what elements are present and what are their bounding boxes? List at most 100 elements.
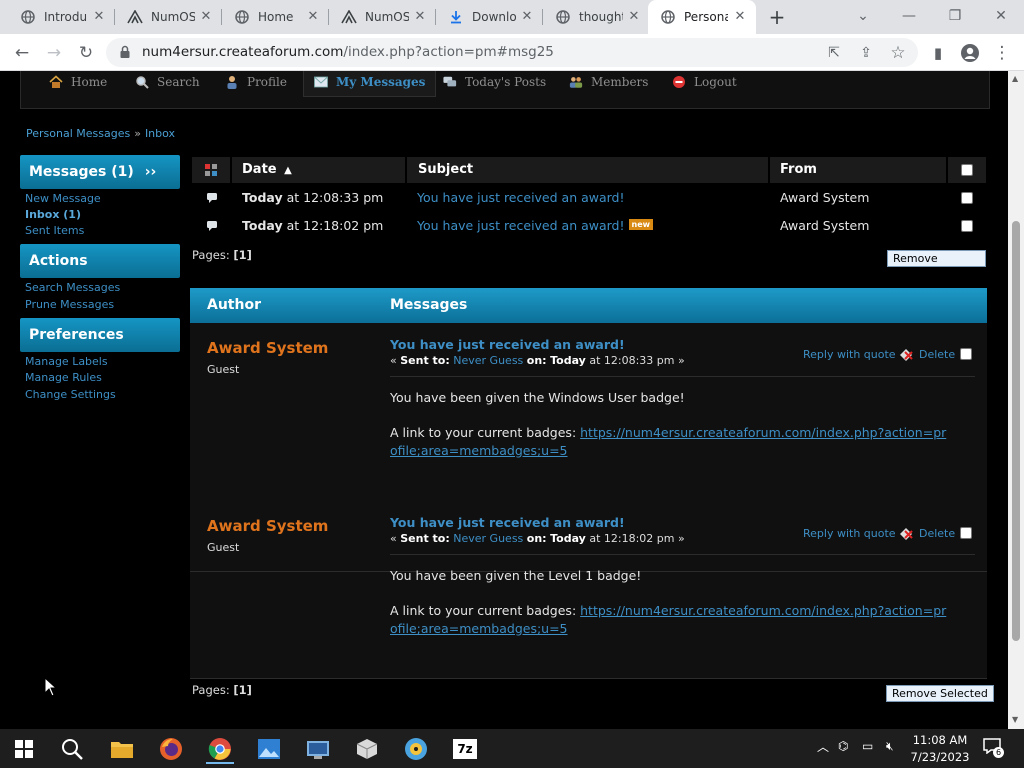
nav-logout[interactable]: Logout: [672, 71, 737, 97]
close-icon[interactable]: ✕: [412, 9, 428, 25]
open-in-app-icon[interactable]: ⇱: [821, 40, 847, 66]
taskbar-search-icon[interactable]: [52, 733, 92, 764]
tray-display-icon[interactable]: ▭: [862, 739, 873, 753]
breadcrumb-personal-messages[interactable]: Personal Messages: [26, 127, 130, 140]
reply-with-quote-link[interactable]: Reply with quote: [803, 527, 896, 540]
browser-tab-6[interactable]: thought ✕: [543, 0, 650, 34]
inbox-header-subject[interactable]: Subject: [407, 157, 768, 183]
messages-panel: Author Messages Award System Guest You h…: [190, 288, 987, 678]
7zip-icon[interactable]: 7z: [445, 733, 485, 764]
inbox-header-icon-cell[interactable]: [192, 157, 230, 183]
inbox-row-2-subject[interactable]: You have just received an award!: [417, 218, 625, 233]
back-arrow-icon[interactable]: ←: [9, 40, 35, 66]
browser-tab-1[interactable]: Introdu ✕: [8, 0, 115, 34]
message-subject[interactable]: You have just received an award!: [390, 515, 625, 530]
body-link-prefix: A link to your current badges:: [390, 603, 581, 618]
inbox-row-1-subject[interactable]: You have just received an award!: [417, 185, 625, 211]
sidebar-manage-labels[interactable]: Manage Labels: [25, 355, 108, 368]
reply-with-quote-link[interactable]: Reply with quote: [803, 348, 896, 361]
minimize-icon[interactable]: —: [894, 5, 924, 27]
remove-selected-button-bottom[interactable]: Remove Selected: [886, 685, 994, 702]
remove-selected-button-top[interactable]: Remove Selected: [887, 250, 986, 280]
nav-profile[interactable]: Profile: [225, 71, 287, 97]
package-icon[interactable]: [347, 733, 387, 764]
close-icon[interactable]: ✕: [626, 9, 642, 25]
browser-tab-4[interactable]: NumOS ✕: [329, 0, 436, 34]
bookmark-star-icon[interactable]: ☆: [885, 40, 911, 66]
file-explorer-icon[interactable]: [102, 733, 142, 764]
profile-avatar-icon[interactable]: [957, 40, 983, 66]
sidebar-inbox[interactable]: Inbox (1): [25, 208, 81, 221]
windows-start-icon[interactable]: [4, 733, 44, 764]
close-icon[interactable]: ✕: [732, 9, 748, 25]
select-all-checkbox[interactable]: [961, 164, 973, 176]
address-bar[interactable]: num4ersur.createaforum.com/index.php?act…: [106, 38, 918, 67]
delete-link[interactable]: Delete: [919, 527, 955, 540]
new-tab-button[interactable]: +: [765, 6, 789, 28]
forward-arrow-icon[interactable]: →: [41, 40, 67, 66]
message-author[interactable]: Award System: [207, 517, 328, 535]
nav-search[interactable]: Search: [135, 71, 200, 97]
photos-icon[interactable]: [249, 733, 289, 764]
notification-center-icon[interactable]: 6: [983, 738, 1004, 758]
media-disc-icon[interactable]: [396, 733, 436, 764]
nav-home[interactable]: Home: [49, 71, 107, 97]
chrome-icon[interactable]: [200, 733, 240, 764]
browser-tab-active[interactable]: Persona ✕: [648, 0, 756, 34]
tray-chevron-up-icon[interactable]: ︿: [817, 738, 829, 755]
sidebar-prune-messages[interactable]: Prune Messages: [25, 298, 114, 311]
taskbar-clock[interactable]: 11:08 AM 7/23/2023: [905, 732, 975, 766]
browser-tab-3[interactable]: Home ✕: [222, 0, 329, 34]
close-icon[interactable]: ✕: [91, 9, 107, 25]
tray-volume-muted-icon[interactable]: 🔇︎: [886, 739, 894, 754]
message-author[interactable]: Award System: [207, 339, 328, 357]
scrollbar-thumb[interactable]: [1012, 221, 1020, 641]
page-scrollbar[interactable]: ▲ ▼: [1008, 71, 1024, 729]
nav-members[interactable]: Members: [569, 71, 648, 97]
nav-my-messages[interactable]: My Messages: [303, 71, 437, 97]
sidebar-change-settings[interactable]: Change Settings: [25, 388, 116, 401]
window-close-icon[interactable]: ✕: [986, 5, 1016, 27]
delete-icon[interactable]: [897, 346, 915, 364]
pages-value[interactable]: [1]: [233, 683, 252, 697]
control-panel-icon[interactable]: [298, 733, 338, 764]
menu-kebab-icon[interactable]: ⋮: [989, 40, 1015, 66]
breadcrumb-inbox[interactable]: Inbox: [145, 127, 175, 140]
message-subject[interactable]: You have just received an award!: [390, 337, 625, 352]
sidebar-new-message[interactable]: New Message: [25, 192, 101, 205]
pages-value[interactable]: [1]: [233, 248, 252, 262]
scroll-up-icon[interactable]: ▲: [1012, 74, 1018, 83]
close-icon[interactable]: ✕: [305, 9, 321, 25]
inbox-header-date[interactable]: Date ▲: [232, 157, 405, 183]
scroll-down-icon[interactable]: ▼: [1012, 715, 1018, 724]
inbox-row-2-checkbox[interactable]: [961, 220, 973, 232]
sidebar-manage-rules[interactable]: Manage Rules: [25, 371, 102, 384]
tray-network-icon[interactable]: ⌬: [838, 739, 848, 753]
browser-tab-5[interactable]: Downlo ✕: [436, 0, 543, 34]
delete-link[interactable]: Delete: [919, 348, 955, 361]
delete-icon[interactable]: [897, 525, 915, 543]
close-icon[interactable]: ✕: [198, 9, 214, 25]
tab-search-chevron-icon[interactable]: ⌄: [848, 5, 878, 27]
firefox-icon[interactable]: [151, 733, 191, 764]
side-panel-icon[interactable]: ▮: [925, 40, 951, 66]
sent-to-link[interactable]: Never Guess: [453, 532, 523, 545]
browser-tab-2[interactable]: NumOS ✕: [115, 0, 222, 34]
sidebar-messages-header[interactable]: Messages (1) ››: [20, 155, 180, 189]
restore-icon[interactable]: ❐: [940, 5, 970, 27]
body-line-1: You have been given the Level 1 badge!: [390, 568, 642, 583]
share-icon[interactable]: ⇪: [853, 40, 879, 66]
inbox-header-from[interactable]: From: [770, 157, 946, 183]
nav-label: Today's Posts: [465, 75, 547, 89]
sent-to-link[interactable]: Never Guess: [453, 354, 523, 367]
sidebar-search-messages[interactable]: Search Messages: [25, 281, 120, 294]
nav-todays-posts[interactable]: Today's Posts: [443, 71, 546, 97]
close-icon[interactable]: ✕: [519, 9, 535, 25]
message-1-checkbox[interactable]: [960, 348, 972, 360]
inbox-row-1-checkbox[interactable]: [961, 192, 973, 204]
header-messages: Messages: [390, 297, 468, 313]
reload-icon[interactable]: ↻: [73, 40, 99, 66]
sidebar-sent-items[interactable]: Sent Items: [25, 224, 84, 237]
message-2-checkbox[interactable]: [960, 527, 972, 539]
forum-page: Home Search Profile My Messages Today's …: [0, 71, 1008, 729]
